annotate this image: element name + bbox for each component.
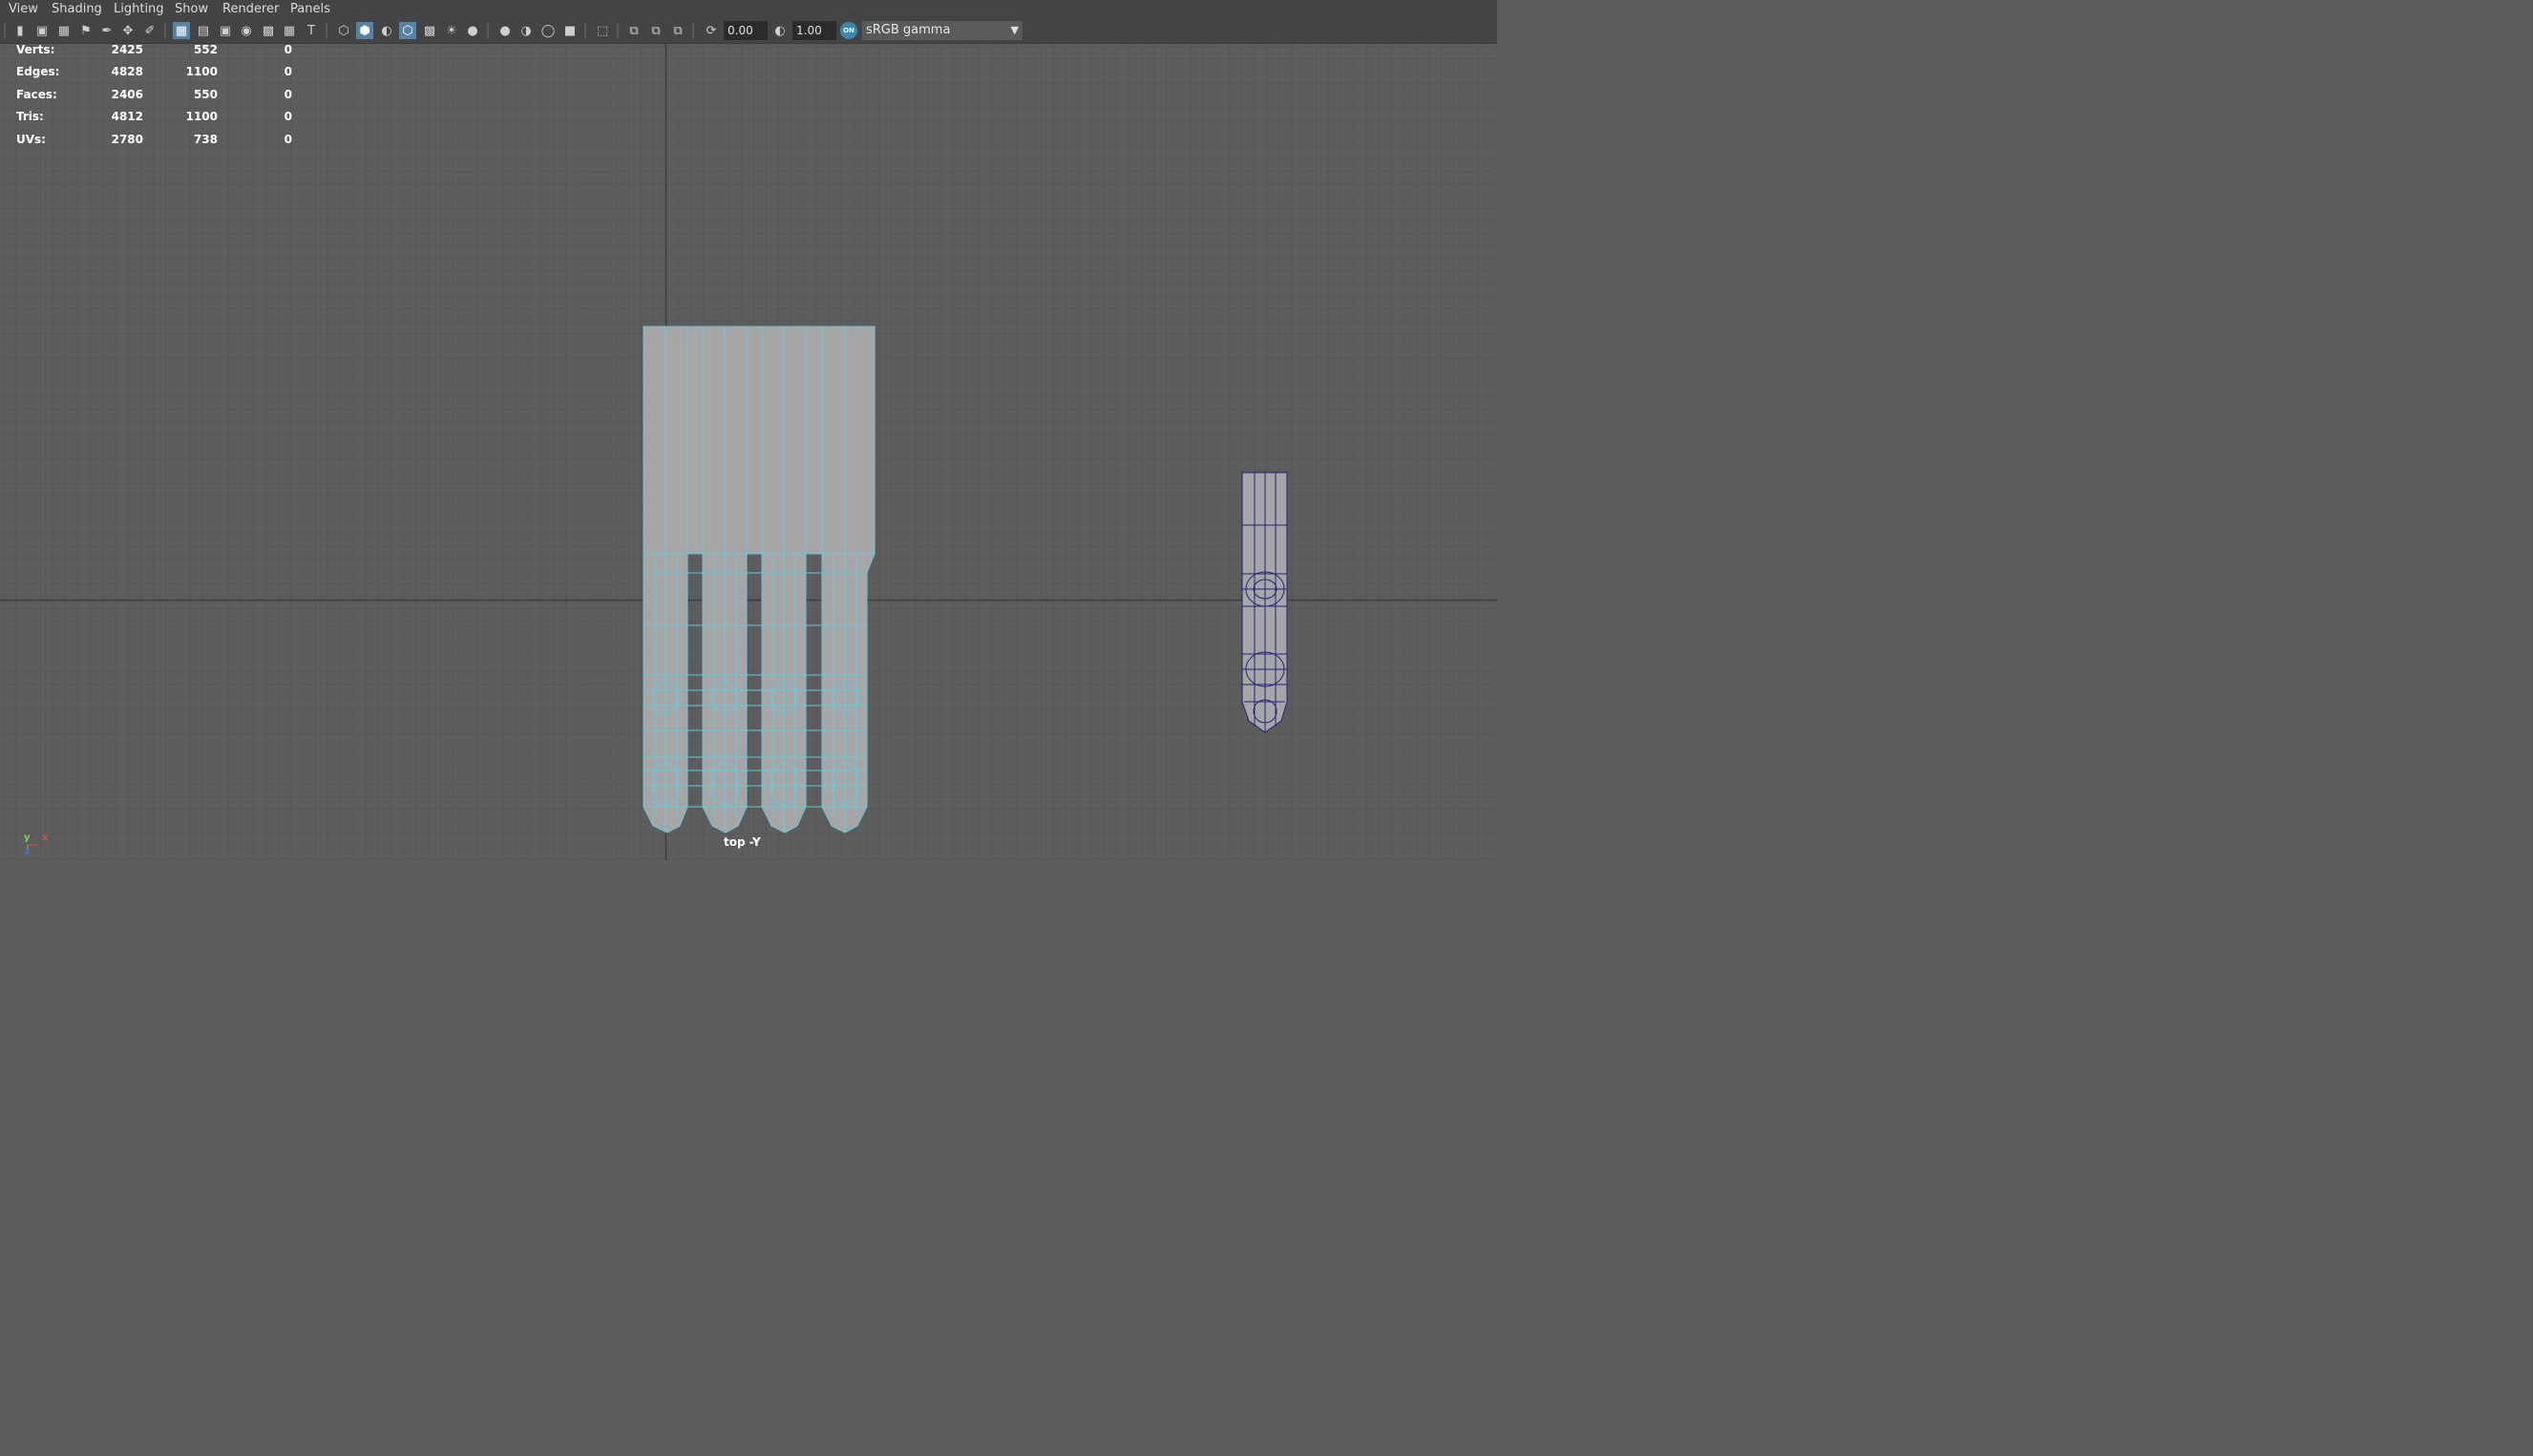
hud-verts-total: 2425 bbox=[111, 43, 143, 56]
exposure-field[interactable]: 0.00 bbox=[724, 21, 768, 40]
backface-icon[interactable]: ⧉ bbox=[669, 22, 686, 39]
toolbar-separator bbox=[326, 23, 327, 38]
color-space-value: sRGB gamma bbox=[866, 23, 951, 37]
chevron-down-icon[interactable]: ▼ bbox=[1011, 21, 1019, 40]
paint-brush-icon[interactable]: ✐ bbox=[141, 22, 158, 39]
two-d-pan-icon[interactable]: ✥ bbox=[119, 22, 137, 39]
viewport[interactable]: Verts: 2425 552 0 Edges: 4828 1100 0 Fac… bbox=[0, 43, 1497, 860]
menu-show[interactable]: Show bbox=[175, 2, 208, 16]
xray-icon[interactable]: ▩ bbox=[421, 22, 438, 39]
gate-mask-icon[interactable]: ◉ bbox=[238, 22, 255, 39]
hud-label-edges: Edges: bbox=[16, 65, 60, 78]
scene bbox=[0, 43, 1497, 860]
toolbar-separator bbox=[4, 23, 6, 38]
motion-blur-icon[interactable]: ◑ bbox=[517, 22, 535, 39]
hud-uvs-total: 2780 bbox=[111, 133, 143, 146]
hud-tris-selected: 1100 bbox=[185, 110, 218, 123]
default-material-icon[interactable]: ◐ bbox=[378, 22, 395, 39]
unselected-finger-mesh[interactable] bbox=[1241, 472, 1288, 733]
depth-of-field-icon[interactable]: ■ bbox=[561, 22, 579, 39]
menu-lighting[interactable]: Lighting bbox=[114, 2, 164, 16]
isolate-select-icon[interactable]: ⬚ bbox=[594, 22, 611, 39]
shadows-icon[interactable]: ● bbox=[464, 22, 481, 39]
toolbar-separator bbox=[692, 23, 694, 38]
hud-tris-total: 4812 bbox=[111, 110, 143, 123]
palm-face bbox=[644, 327, 875, 554]
panel-toolbar: ▮ ▣ ▦ ⚑ ✒ ✥ ✐ ▦ ▤ ▣ ◉ ▩ ▦ T ⬡ ⬢ ◐ ⬡ ▩ ☀ … bbox=[0, 19, 1497, 44]
hud-verts-other: 0 bbox=[284, 43, 292, 56]
menu-view[interactable]: View bbox=[9, 2, 38, 16]
hud-faces-total: 2406 bbox=[111, 88, 143, 101]
exposure-icon[interactable]: ⟳ bbox=[703, 22, 720, 39]
use-all-lights-icon[interactable]: ☀ bbox=[443, 22, 460, 39]
film-gate-icon[interactable]: ▤ bbox=[195, 22, 212, 39]
field-chart-icon[interactable]: ▩ bbox=[260, 22, 277, 39]
smooth-shade-icon[interactable]: ⬢ bbox=[356, 22, 373, 39]
safe-title-icon[interactable]: T bbox=[303, 22, 320, 39]
axis-label-y: y bbox=[24, 833, 31, 843]
select-camera-icon[interactable]: ▮ bbox=[11, 22, 29, 39]
menu-shading[interactable]: Shading bbox=[52, 2, 102, 16]
hud-verts-selected: 552 bbox=[193, 43, 218, 56]
hud-label-uvs: UVs: bbox=[16, 133, 46, 146]
wireframe-icon[interactable]: ⬡ bbox=[335, 22, 352, 39]
toolbar-separator bbox=[487, 23, 489, 38]
menu-panels[interactable]: Panels bbox=[290, 2, 330, 16]
wireframe-on-shaded-icon[interactable]: ⬡ bbox=[399, 22, 416, 39]
grid-icon[interactable]: ▦ bbox=[173, 22, 190, 39]
color-management-toggle-icon[interactable]: ON bbox=[840, 22, 857, 39]
menu-bar: View Shading Lighting Show Renderer Pane… bbox=[0, 0, 1497, 19]
hud-faces-selected: 550 bbox=[193, 88, 218, 101]
hud-label-faces: Faces: bbox=[16, 88, 57, 101]
gamma-icon[interactable]: ◐ bbox=[771, 22, 789, 39]
hud-label-tris: Tris: bbox=[16, 110, 44, 123]
camera-attributes-icon[interactable]: ▣ bbox=[33, 22, 51, 39]
axis-label-z: z bbox=[24, 847, 30, 857]
hud-uvs-selected: 738 bbox=[193, 133, 218, 146]
anti-aliasing-icon[interactable]: ◯ bbox=[539, 22, 557, 39]
bookmarks-icon[interactable]: ▦ bbox=[55, 22, 73, 39]
screen-space-ao-icon[interactable]: ● bbox=[496, 22, 514, 39]
hud-edges-other: 0 bbox=[284, 65, 292, 78]
safe-action-icon[interactable]: ▦ bbox=[281, 22, 298, 39]
resolution-gate-icon[interactable]: ▣ bbox=[217, 22, 234, 39]
hud-uvs-other: 0 bbox=[284, 133, 292, 146]
gamma-field[interactable]: 1.00 bbox=[792, 21, 836, 40]
color-space-select[interactable]: sRGB gamma ▼ bbox=[862, 21, 1023, 40]
grease-pencil-icon[interactable]: ✒ bbox=[98, 22, 116, 39]
toolbar-separator bbox=[584, 23, 586, 38]
xray-active-icon[interactable]: ⧉ bbox=[647, 22, 665, 39]
xray-joints-icon[interactable]: ⧉ bbox=[625, 22, 643, 39]
hud-edges-selected: 1100 bbox=[185, 65, 218, 78]
toolbar-separator bbox=[617, 23, 619, 38]
toolbar-separator bbox=[164, 23, 166, 38]
camera-name-label: top -Y bbox=[724, 835, 761, 849]
image-plane-icon[interactable]: ⚑ bbox=[77, 22, 95, 39]
hud-faces-other: 0 bbox=[284, 88, 292, 101]
hud-edges-total: 4828 bbox=[111, 65, 143, 78]
hud-tris-other: 0 bbox=[284, 110, 292, 123]
menu-renderer[interactable]: Renderer bbox=[222, 2, 279, 16]
axis-label-x: x bbox=[42, 833, 49, 843]
hud-label-verts: Verts: bbox=[16, 43, 55, 56]
